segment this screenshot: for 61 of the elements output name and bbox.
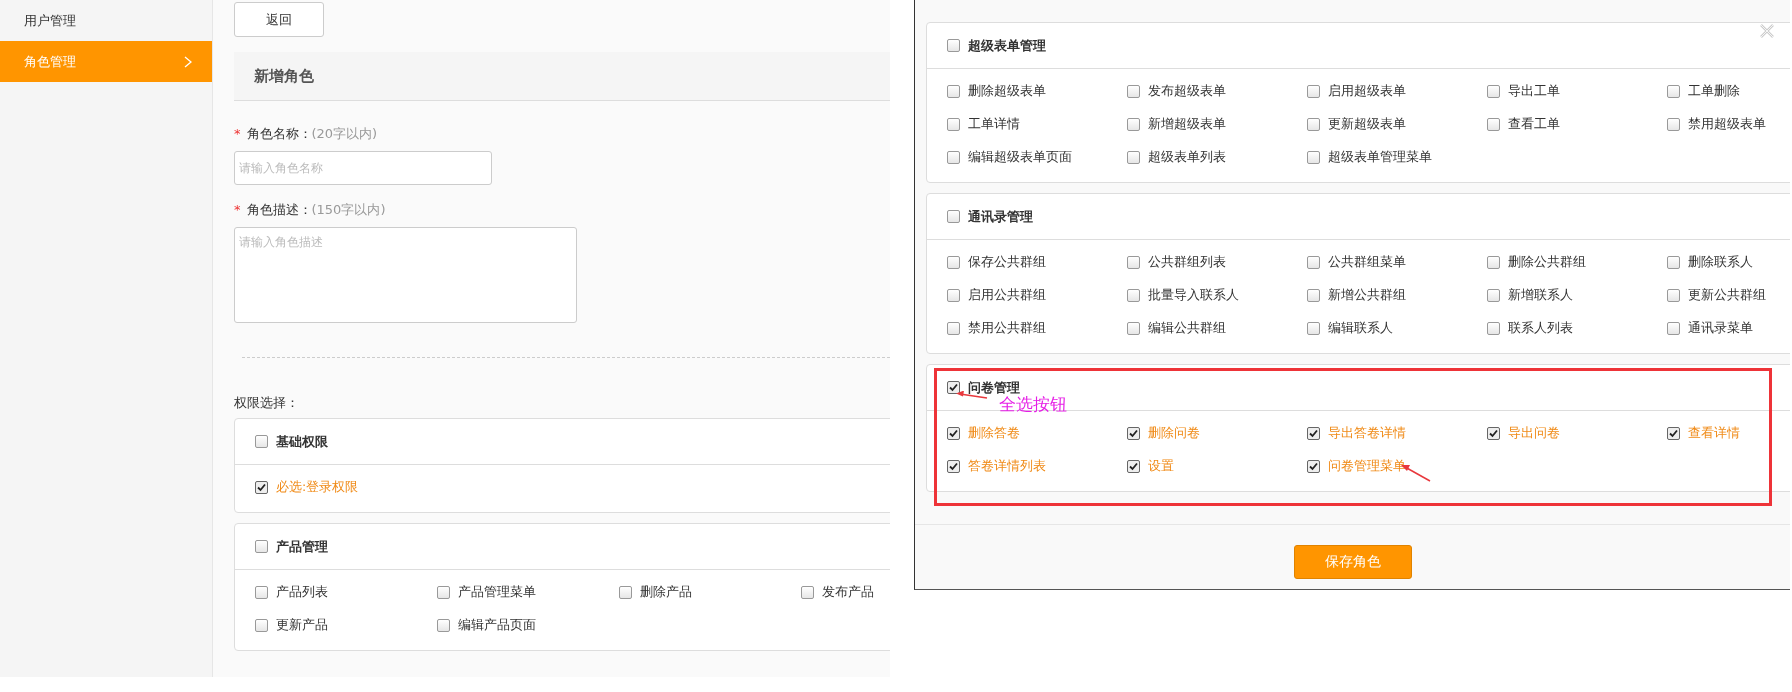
permission-label: 删除公共群组 xyxy=(1508,254,1586,271)
permission-label: 新增超级表单 xyxy=(1148,116,1226,133)
group-title: 超级表单管理 xyxy=(968,36,1046,55)
permission-label: 工单删除 xyxy=(1688,83,1740,100)
annotation-text: 全选按钮 xyxy=(999,394,1067,416)
section-title: 新增角色 xyxy=(254,66,314,86)
permission-label: 问卷管理菜单 xyxy=(1328,458,1406,475)
permissions-label: 权限选择： xyxy=(234,394,300,412)
permission-label: 公共群组列表 xyxy=(1148,254,1226,271)
permission-label: 删除产品 xyxy=(640,584,692,601)
permission-label: 更新公共群组 xyxy=(1688,287,1766,304)
group-title: 产品管理 xyxy=(276,537,328,556)
permission-label: 导出问卷 xyxy=(1508,425,1560,442)
permission-label: 答卷详情列表 xyxy=(968,458,1046,475)
permission-label: 超级表单管理菜单 xyxy=(1328,149,1432,166)
permission-label: 删除联系人 xyxy=(1688,254,1753,271)
permission-label: 删除问卷 xyxy=(1148,425,1200,442)
permission-label: 发布超级表单 xyxy=(1148,83,1226,100)
permission-label: 批量导入联系人 xyxy=(1148,287,1239,304)
permission-label: 查看工单 xyxy=(1508,116,1560,133)
role-name-field[interactable]: 请输入角色名称 xyxy=(234,151,492,185)
group-title: 基础权限 xyxy=(276,432,328,451)
permission-label: 产品列表 xyxy=(276,584,328,601)
field-label: 角色名称： xyxy=(246,126,312,141)
permission-label: 通讯录菜单 xyxy=(1688,320,1753,337)
permission-label: 导出答卷详情 xyxy=(1328,425,1406,442)
field-hint: (150字以内) xyxy=(311,202,386,217)
permission-label: 查看详情 xyxy=(1688,425,1740,442)
permission-label: 新增公共群组 xyxy=(1328,287,1406,304)
permission-label: 编辑产品页面 xyxy=(458,617,536,634)
permission-label: 启用公共群组 xyxy=(968,287,1046,304)
required-mark: * xyxy=(234,202,241,217)
permission-label: 禁用公共群组 xyxy=(968,320,1046,337)
group-title: 问卷管理 xyxy=(968,378,1020,396)
permission-label: 删除答卷 xyxy=(968,425,1020,442)
permission-label: 超级表单列表 xyxy=(1148,149,1226,166)
permission-label: 禁用超级表单 xyxy=(1688,116,1766,133)
group-title: 通讯录管理 xyxy=(968,207,1033,226)
permission-label: 新增联系人 xyxy=(1508,287,1573,304)
permission-label: 工单详情 xyxy=(968,116,1020,133)
permission-label: 启用超级表单 xyxy=(1328,83,1406,100)
permission-label: 保存公共群组 xyxy=(968,254,1046,271)
permission-label: 公共群组菜单 xyxy=(1328,254,1406,271)
field-label: 角色描述： xyxy=(246,202,312,217)
permission-label: 联系人列表 xyxy=(1508,320,1573,337)
permission-label: 编辑超级表单页面 xyxy=(968,149,1072,166)
permission-label: 更新产品 xyxy=(276,617,328,634)
permission-label: 发布产品 xyxy=(822,584,874,601)
permission-label: 更新超级表单 xyxy=(1328,116,1406,133)
permission-label: 必选:登录权限 xyxy=(276,479,359,496)
sidebar-item[interactable]: 用户管理 xyxy=(0,0,212,41)
permission-label: 编辑联系人 xyxy=(1328,320,1393,337)
permission-label: 导出工单 xyxy=(1508,83,1560,100)
back-button[interactable]: 返回 xyxy=(234,2,324,37)
permission-label: 编辑公共群组 xyxy=(1148,320,1226,337)
field-hint: (20字以内) xyxy=(311,126,378,141)
role-description-field[interactable]: 请输入角色描述 xyxy=(234,227,577,323)
permission-label: 设置 xyxy=(1148,458,1174,475)
required-mark: * xyxy=(234,126,241,141)
permission-label: 产品管理菜单 xyxy=(458,584,536,601)
permission-label: 删除超级表单 xyxy=(968,83,1046,100)
